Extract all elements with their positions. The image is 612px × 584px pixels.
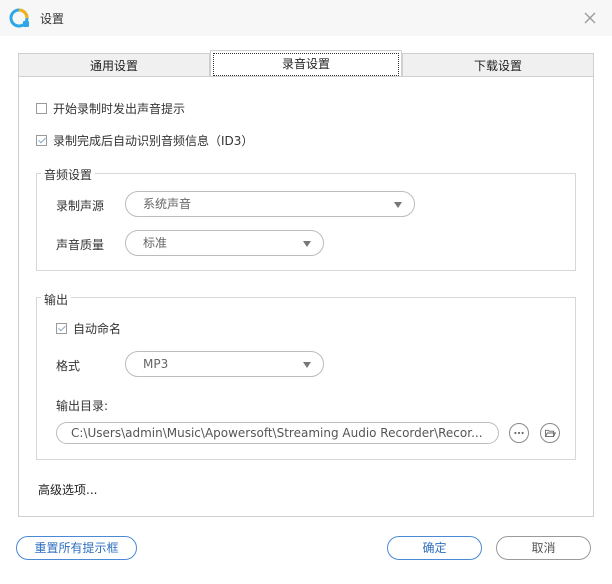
folder-open-icon[interactable] xyxy=(540,423,560,443)
chevron-down-icon xyxy=(303,241,311,247)
start-prompt-checkbox[interactable] xyxy=(36,103,47,114)
title-bar: 设置 xyxy=(0,0,612,36)
chevron-down-icon xyxy=(394,202,402,208)
window-title: 设置 xyxy=(40,12,65,26)
auto-name-checkbox[interactable] xyxy=(56,323,67,334)
cancel-button[interactable]: 取消 xyxy=(496,536,591,560)
format-label: 格式 xyxy=(56,359,81,373)
auto-name-label: 自动命名 xyxy=(73,322,122,336)
audio-settings-group xyxy=(36,173,576,271)
quality-select[interactable]: 标准 xyxy=(125,230,324,256)
start-prompt-option[interactable]: 开始录制时发出声音提示 xyxy=(36,100,185,117)
quality-value: 标准 xyxy=(143,236,168,250)
close-icon[interactable] xyxy=(582,10,598,26)
tab-general[interactable]: 通用设置 xyxy=(18,53,210,77)
format-value: MP3 xyxy=(143,357,169,371)
auto-name-option[interactable]: 自动命名 xyxy=(56,320,121,337)
app-logo-icon xyxy=(9,8,29,28)
tab-focus-outline xyxy=(213,53,399,76)
chevron-down-icon xyxy=(303,362,311,368)
quality-label: 声音质量 xyxy=(56,238,105,252)
output-title: 输出 xyxy=(41,291,72,308)
output-dir-field[interactable]: C:\Users\admin\Music\Apowersoft\Streamin… xyxy=(56,422,499,444)
tab-download[interactable]: 下载设置 xyxy=(402,53,594,77)
id3-checkbox[interactable] xyxy=(36,135,47,146)
source-label: 录制声源 xyxy=(56,199,105,213)
source-value: 系统声音 xyxy=(143,197,192,211)
advanced-options-link[interactable]: 高级选项... xyxy=(38,481,97,498)
id3-label: 录制完成后自动识别音频信息（ID3） xyxy=(53,134,254,148)
format-select[interactable]: MP3 xyxy=(125,351,324,377)
ok-button[interactable]: 确定 xyxy=(387,536,482,560)
id3-option[interactable]: 录制完成后自动识别音频信息（ID3） xyxy=(36,132,253,149)
ellipsis-icon[interactable] xyxy=(509,423,529,443)
output-dir-value: C:\Users\admin\Music\Apowersoft\Streamin… xyxy=(71,426,483,440)
audio-settings-title: 音频设置 xyxy=(41,166,96,183)
tab-recording[interactable]: 录音设置 xyxy=(210,50,402,77)
source-select[interactable]: 系统声音 xyxy=(125,191,415,217)
output-dir-label: 输出目录: xyxy=(56,399,109,413)
tab-bar: 通用设置 下载设置 录音设置 xyxy=(18,50,594,77)
reset-prompts-button[interactable]: 重置所有提示框 xyxy=(16,536,137,560)
start-prompt-label: 开始录制时发出声音提示 xyxy=(53,102,186,116)
